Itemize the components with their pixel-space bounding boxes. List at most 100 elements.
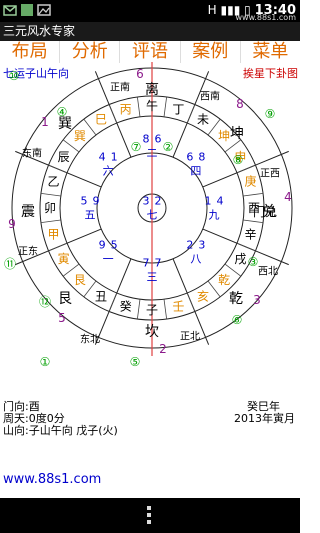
water-star: 4 xyxy=(217,195,224,208)
outer-direction-label: 东南 xyxy=(22,147,42,160)
mountain-label: 丑 xyxy=(95,289,107,303)
nav-bar xyxy=(0,498,300,533)
mountain-star: 5 xyxy=(81,195,88,208)
mountain-label: 巳 xyxy=(95,113,107,127)
mountain-label: 艮 xyxy=(74,273,86,287)
mountain-divider xyxy=(108,292,118,312)
mountain-label: 丙 xyxy=(120,102,132,116)
menu-comments-button[interactable]: 评语 xyxy=(120,41,181,63)
water-star: 1 xyxy=(111,151,118,164)
overflow-menu-icon[interactable] xyxy=(146,506,152,527)
status-site: www.88s1.com xyxy=(235,13,296,22)
water-star: 7 xyxy=(155,257,162,270)
circled-number: ⑫ xyxy=(39,295,51,309)
mountain-star: 6 xyxy=(186,151,193,164)
mountain-star: 1 xyxy=(205,195,212,208)
mountain-divider xyxy=(48,164,68,174)
mountain-label: 辰 xyxy=(58,150,70,164)
trigram-label: 离 xyxy=(145,81,159,98)
circled-number: ⑤ xyxy=(130,355,141,369)
mountain-divider xyxy=(48,242,68,252)
outer-direction-label: 正东 xyxy=(18,245,38,258)
trigram-number: 3 xyxy=(253,293,261,307)
mountain-label: 未 xyxy=(197,113,209,127)
circled-number: ⑨ xyxy=(265,107,276,121)
mountain-star: 9 xyxy=(99,238,106,251)
mountain-divider xyxy=(40,219,61,224)
mail-icon xyxy=(3,5,17,16)
menu-layout-button[interactable]: 布局 xyxy=(0,41,61,63)
period-star: 四 xyxy=(190,165,201,178)
trigram-label: 艮 xyxy=(58,291,72,307)
mountain-label: 庚 xyxy=(245,174,257,189)
menu-more-button[interactable]: 菜单 xyxy=(241,41,300,63)
period-star: 三 xyxy=(147,271,158,284)
trigram-number: 5 xyxy=(58,311,66,325)
mountain-divider xyxy=(108,104,118,124)
mountain-divider xyxy=(186,292,196,312)
mountain-divider xyxy=(243,192,264,197)
mountain-label: 戌 xyxy=(234,252,246,266)
mountain-star: 4 xyxy=(99,151,106,164)
trigram-number: 6 xyxy=(136,67,144,81)
trigram-number: 4 xyxy=(284,190,292,204)
period-star: 七 xyxy=(147,209,158,222)
mountain-label: 巽 xyxy=(74,129,86,143)
circled-number: ⑪ xyxy=(4,257,16,271)
outer-direction-label: 西北 xyxy=(258,266,278,278)
mountain-star: 3 xyxy=(143,195,150,208)
circled-number: ① xyxy=(40,355,51,369)
circled-number: ⑧ xyxy=(233,153,244,167)
mountain-label: 亥 xyxy=(197,289,209,303)
mountain-label: 丁 xyxy=(172,102,184,116)
menu-cases-button[interactable]: 案例 xyxy=(181,41,241,63)
mountain-divider xyxy=(236,242,256,252)
trigram-number: 2 xyxy=(159,342,167,356)
month-label: 2013年寅月 xyxy=(234,412,295,425)
outer-direction-label: 正南 xyxy=(110,81,130,94)
mountain-direction: 山向:子山午向 戊子(火) xyxy=(3,424,118,437)
mountain-label: 子 xyxy=(146,303,158,317)
mountain-label: 甲 xyxy=(47,227,59,241)
door-label: 门兑 xyxy=(253,204,277,219)
menu-analysis-button[interactable]: 分析 xyxy=(60,41,121,63)
water-star: 5 xyxy=(111,238,118,251)
trigram-label: 震 xyxy=(21,204,35,220)
menu-bar: 布局 分析 评语 案例 菜单 xyxy=(0,41,300,63)
circled-number: ⑩ xyxy=(9,69,20,83)
outer-direction-label: 东北 xyxy=(80,333,100,346)
mountain-divider xyxy=(163,299,168,320)
water-star: 9 xyxy=(93,195,100,208)
water-star: 3 xyxy=(198,238,205,251)
period-star: 五 xyxy=(85,209,96,222)
app-title: 三元风水专家 xyxy=(0,22,300,41)
water-star: 2 xyxy=(155,195,162,208)
status-bar: H ▮▮▮ ▯ 13:40 www.88s1.com xyxy=(0,0,300,22)
water-star: 6 xyxy=(155,133,162,146)
period-star: 一 xyxy=(103,252,114,265)
trigram-number: 1 xyxy=(41,115,49,129)
circled-number: ③ xyxy=(248,255,259,269)
feng-shui-chart[interactable]: 正南西南正西西北正北东北正东东南离坤兑乾坎艮震巽68432591丙午丁未坤申庚酉… xyxy=(0,62,300,402)
mountain-label: 坤 xyxy=(218,128,230,143)
trigram-number: 9 xyxy=(8,217,16,231)
mountain-divider xyxy=(136,299,141,320)
water-star: 8 xyxy=(198,151,205,164)
mountain-star: 8 xyxy=(143,133,150,146)
trigram-label: 乾 xyxy=(229,291,243,307)
network-type: H xyxy=(207,3,217,17)
mountain-divider xyxy=(243,219,264,224)
trigram-label: 坎 xyxy=(145,324,159,340)
period-star: 九 xyxy=(209,209,220,222)
mountain-divider xyxy=(186,104,196,124)
website-link[interactable]: www.88s1.com xyxy=(3,472,101,487)
outer-direction-label: 西南 xyxy=(200,90,220,103)
trigram-label: 坤 xyxy=(230,126,244,142)
mountain-label: 午 xyxy=(146,99,158,113)
image-icon xyxy=(37,4,51,16)
mountain-label: 辛 xyxy=(245,227,257,241)
mountain-divider xyxy=(40,192,61,197)
period-star: 八 xyxy=(190,252,201,265)
mountain-label: 寅 xyxy=(58,251,70,266)
mountain-divider xyxy=(163,96,168,117)
